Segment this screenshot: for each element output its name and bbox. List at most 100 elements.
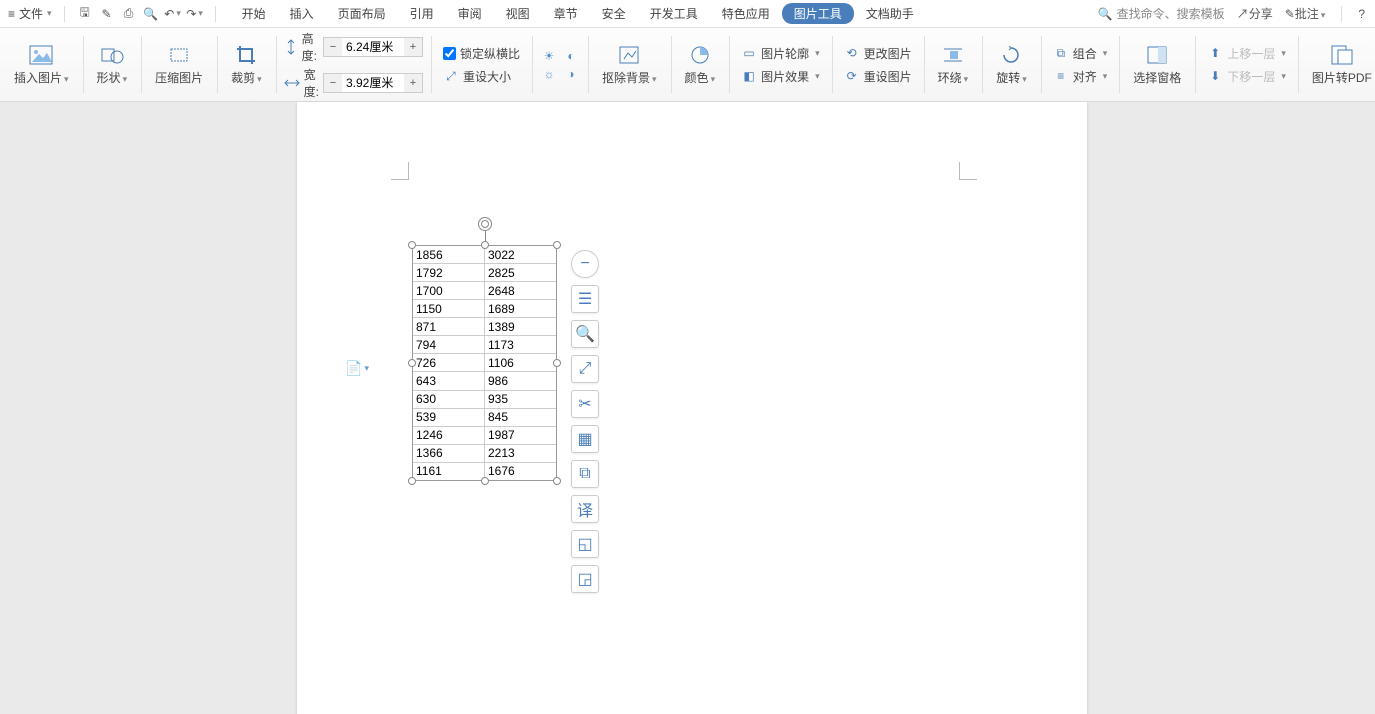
share-button[interactable]: ↗分享 (1237, 5, 1273, 22)
width-decrement[interactable]: − (324, 74, 342, 92)
insert-image-button[interactable]: 插入图片 (8, 39, 75, 90)
lock-ratio-input[interactable] (443, 47, 456, 60)
wrap-icon (941, 43, 965, 67)
to-pdf-label: 图片转PDF (1312, 69, 1372, 86)
tab-review[interactable]: 审阅 (446, 1, 494, 26)
object-float-toolbar: − ☰ 🔍 ⤢ ✂ ▦ ⧉ 译 ◱ ◲ (571, 250, 599, 593)
reset-pic-button[interactable]: ⟳重设图片 (840, 66, 916, 87)
duplicate-button[interactable]: ⧉ (571, 460, 599, 488)
hamburger-icon: ≡ (8, 7, 15, 21)
reset-size-icon: ⤢ (443, 68, 459, 84)
resize-handle-s[interactable] (481, 477, 489, 485)
reset-pic-icon: ⟳ (844, 68, 860, 84)
contrast-down-icon[interactable]: ◑ (562, 65, 580, 83)
resize-handle-n[interactable] (481, 241, 489, 249)
change-pic-label: 更改图片 (864, 45, 912, 62)
tab-pagelayout[interactable]: 页面布局 (326, 1, 398, 26)
rotate-handle[interactable] (478, 217, 492, 231)
height-input[interactable] (342, 40, 404, 54)
help-icon[interactable]: ? (1358, 7, 1365, 21)
search-placeholder: 查找命令、搜索模板 (1117, 5, 1225, 22)
annotate-button[interactable]: ✎批注 (1285, 5, 1326, 22)
preview-icon[interactable]: 🔍 (141, 4, 161, 24)
tab-references[interactable]: 引用 (398, 1, 446, 26)
annotate-icon: ✎ (1285, 7, 1295, 21)
change-pic-button[interactable]: ⟲更改图片 (840, 43, 916, 64)
height-increment[interactable]: + (404, 38, 422, 56)
height-decrement[interactable]: − (324, 38, 342, 56)
send-backward-button[interactable]: ⬇下移一层 (1203, 66, 1290, 87)
document-page[interactable]: 📄▾ 1856302217922825170026481150168987113… (297, 102, 1087, 714)
layout-options-button[interactable]: ☰ (571, 285, 599, 313)
tab-security[interactable]: 安全 (590, 1, 638, 26)
crop-button[interactable]: 裁剪 (225, 39, 268, 90)
wrap-button[interactable]: 环绕 (932, 39, 975, 90)
behind-text-button[interactable]: ◱ (571, 530, 599, 558)
tab-view[interactable]: 视图 (494, 1, 542, 26)
search-command[interactable]: 🔍 查找命令、搜索模板 (1098, 5, 1225, 22)
fit-button[interactable]: ⤢ (571, 355, 599, 383)
width-input[interactable] (342, 76, 404, 90)
select-button[interactable]: ▦ (571, 425, 599, 453)
selected-image[interactable]: 1856302217922825170026481150168987113897… (412, 245, 557, 481)
width-spinner[interactable]: − + (323, 73, 423, 93)
remove-bg-icon (617, 43, 641, 67)
file-menu-button[interactable]: ≡ 文件 ▾ (0, 5, 60, 22)
brightness-up-icon[interactable]: ☀ (540, 47, 558, 65)
lock-ratio-checkbox[interactable]: 锁定纵横比 (439, 43, 524, 64)
height-spinner[interactable]: − + (323, 37, 423, 57)
tab-start[interactable]: 开始 (230, 1, 278, 26)
lock-ratio-label: 锁定纵横比 (460, 45, 520, 62)
resize-handle-nw[interactable] (408, 241, 416, 249)
width-increment[interactable]: + (404, 74, 422, 92)
color-label: 颜色 (685, 69, 716, 86)
align-label: 对齐 (1073, 68, 1097, 85)
resize-handle-e[interactable] (553, 359, 561, 367)
print-icon[interactable]: ⎙ (119, 4, 139, 24)
behind-text-icon: ◱ (577, 534, 592, 554)
undo-icon[interactable]: ↶ (163, 4, 183, 24)
resize-handle-ne[interactable] (553, 241, 561, 249)
translate-tool-button[interactable]: 译 (571, 495, 599, 523)
resize-handle-w[interactable] (408, 359, 416, 367)
collapse-button[interactable]: − (571, 250, 599, 278)
tab-insert[interactable]: 插入 (278, 1, 326, 26)
zoom-button[interactable]: 🔍 (571, 320, 599, 348)
color-button[interactable]: 颜色 (679, 39, 722, 90)
bring-forward-button[interactable]: ⬆上移一层 (1203, 43, 1290, 64)
compress-button[interactable]: 压缩图片 (149, 39, 209, 90)
group-button[interactable]: ⧉组合 (1049, 43, 1112, 64)
tab-chapter[interactable]: 章节 (542, 1, 590, 26)
align-button[interactable]: ≡对齐 (1049, 66, 1112, 87)
rotate-button[interactable]: 旋转 (990, 39, 1033, 90)
selection-pane-button[interactable]: 选择窗格 (1127, 39, 1187, 90)
align-icon: ≡ (1053, 68, 1069, 84)
resize-handle-sw[interactable] (408, 477, 416, 485)
remove-bg-button[interactable]: 抠除背景 (596, 39, 663, 90)
effect-icon: ◧ (741, 68, 757, 84)
width-label: 宽度: (304, 66, 319, 100)
resize-handle-se[interactable] (553, 477, 561, 485)
anchor-indicator[interactable]: 📄▾ (345, 360, 369, 377)
reset-size-button[interactable]: ⤢ 重设大小 (439, 66, 524, 87)
redo-icon[interactable]: ↷ (185, 4, 205, 24)
tab-doch[interactable]: 文档助手 (854, 1, 926, 26)
infront-text-button[interactable]: ◲ (571, 565, 599, 593)
brightness-down-icon[interactable]: ☼ (540, 65, 558, 83)
new-icon[interactable]: ✎ (97, 4, 117, 24)
pic-effect-button[interactable]: ◧图片效果 (737, 66, 824, 87)
tab-pictools[interactable]: 图片工具 (782, 3, 854, 24)
tab-devtools[interactable]: 开发工具 (638, 1, 710, 26)
contrast-up-icon[interactable]: ◐ (562, 47, 580, 65)
tab-special[interactable]: 特色应用 (710, 1, 782, 26)
shapes-button[interactable]: 形状 (91, 39, 134, 90)
pic-outline-button[interactable]: ▭图片轮廓 (737, 43, 824, 64)
pic-effect-label: 图片效果 (761, 68, 809, 85)
rotate-label: 旋转 (996, 69, 1027, 86)
menu-tabs: 开始插入页面布局引用审阅视图章节安全开发工具特色应用图片工具文档助手 (230, 1, 926, 26)
to-pdf-button[interactable]: 图片转PDF (1306, 39, 1375, 90)
shapes-icon (100, 43, 124, 67)
crop-tool-button[interactable]: ✂ (571, 390, 599, 418)
save-icon[interactable]: 🖫 (75, 4, 95, 24)
color-icon (688, 43, 712, 67)
